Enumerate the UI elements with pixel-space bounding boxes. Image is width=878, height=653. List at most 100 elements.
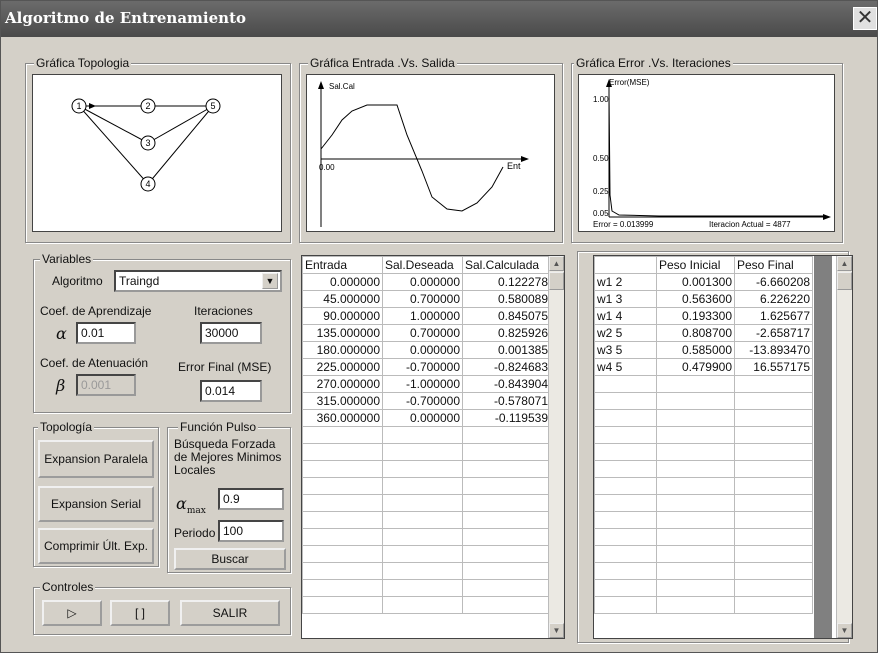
table-row[interactable]: 180.000000 0.000000 0.001385	[302, 341, 551, 359]
table-row[interactable]: 360.000000 0.000000 -0.119539	[302, 409, 551, 427]
expansion-serial-button[interactable]: Expansion Serial	[38, 486, 154, 522]
table-cell[interactable]: 0.001300	[656, 273, 735, 291]
table-cell[interactable]	[594, 579, 657, 597]
table-cell[interactable]: -0.578071	[462, 392, 551, 410]
table-cell[interactable]: 90.000000	[302, 307, 383, 325]
scroll-up-icon[interactable]: ▲	[837, 256, 852, 271]
close-button[interactable]: ✕	[853, 7, 877, 30]
table-row[interactable]	[594, 545, 813, 563]
table-cell[interactable]	[382, 477, 463, 495]
table-cell[interactable]	[382, 562, 463, 580]
table-row[interactable]: 90.000000 1.000000 0.845075	[302, 307, 551, 325]
table-cell[interactable]	[734, 443, 813, 461]
table-row[interactable]	[302, 443, 551, 461]
table-cell[interactable]: w1 4	[594, 307, 657, 325]
table-cell[interactable]	[656, 460, 735, 478]
table-cell[interactable]: w2 5	[594, 324, 657, 342]
table-row[interactable]	[594, 596, 813, 614]
table-cell[interactable]	[302, 511, 383, 529]
table-cell[interactable]: -1.000000	[382, 375, 463, 393]
table-cell[interactable]	[734, 375, 813, 393]
scroll-thumb[interactable]	[549, 272, 564, 290]
table-row[interactable]	[302, 579, 551, 597]
table-cell[interactable]: 0.193300	[656, 307, 735, 325]
table-cell[interactable]	[462, 528, 551, 546]
table-cell[interactable]: -0.824683	[462, 358, 551, 376]
table-cell[interactable]	[656, 562, 735, 580]
table-row[interactable]: w2 5 0.808700 -2.658717	[594, 324, 813, 342]
table-cell[interactable]	[594, 528, 657, 546]
table-row[interactable]	[302, 596, 551, 614]
alpha-input[interactable]: 0.01	[76, 322, 136, 344]
weights-table-scrollbar[interactable]: ▲ ▼	[836, 256, 852, 638]
stop-button[interactable]: [ ]	[110, 600, 170, 626]
table-cell[interactable]: 45.000000	[302, 290, 383, 308]
table-cell[interactable]: 0.563600	[656, 290, 735, 308]
table-cell[interactable]	[462, 460, 551, 478]
table-cell[interactable]	[734, 477, 813, 495]
play-button[interactable]: ▷	[42, 600, 102, 626]
io-table-grid[interactable]: Entrada Sal.Deseada Sal.Calculada 0.0000…	[301, 255, 565, 639]
table-cell[interactable]	[734, 494, 813, 512]
table-cell[interactable]: 180.000000	[302, 341, 383, 359]
table-row[interactable]	[594, 460, 813, 478]
table-row[interactable]: 0.000000 0.000000 0.122278	[302, 273, 551, 291]
table-row[interactable]	[302, 528, 551, 546]
table-cell[interactable]	[656, 392, 735, 410]
table-row[interactable]: 135.000000 0.700000 0.825926	[302, 324, 551, 342]
title-bar[interactable]: Algoritmo de Entrenamiento ✕	[1, 1, 877, 37]
table-cell[interactable]	[734, 511, 813, 529]
beta-input[interactable]: 0.001	[76, 374, 136, 396]
table-cell[interactable]	[382, 443, 463, 461]
comprimir-button[interactable]: Comprimir Últ. Exp.	[38, 528, 154, 564]
table-cell[interactable]: 135.000000	[302, 324, 383, 342]
table-cell[interactable]	[734, 545, 813, 563]
table-row[interactable]: w1 3 0.563600 6.226220	[594, 290, 813, 308]
table-cell[interactable]	[462, 477, 551, 495]
table-cell[interactable]	[302, 528, 383, 546]
table-cell[interactable]: 0.000000	[382, 273, 463, 291]
table-cell[interactable]	[734, 460, 813, 478]
table-row[interactable]	[302, 562, 551, 580]
table-cell[interactable]	[656, 596, 735, 614]
table-row[interactable]	[594, 511, 813, 529]
table-cell[interactable]	[462, 494, 551, 512]
table-cell[interactable]: -2.658717	[734, 324, 813, 342]
table-row[interactable]	[594, 426, 813, 444]
scroll-up-icon[interactable]: ▲	[549, 256, 564, 271]
table-cell[interactable]	[462, 443, 551, 461]
table-row[interactable]	[302, 545, 551, 563]
table-cell[interactable]	[382, 596, 463, 614]
table-row[interactable]	[594, 409, 813, 427]
table-cell[interactable]: 0.808700	[656, 324, 735, 342]
table-cell[interactable]	[302, 562, 383, 580]
table-cell[interactable]	[462, 545, 551, 563]
weights-table-grid[interactable]: Peso Inicial Peso Final w1 2 0.001300 -6.6…	[593, 255, 853, 639]
table-cell[interactable]	[462, 426, 551, 444]
chevron-down-icon[interactable]: ▼	[262, 273, 278, 289]
table-cell[interactable]: -6.660208	[734, 273, 813, 291]
table-cell[interactable]: 0.122278	[462, 273, 551, 291]
table-cell[interactable]: 225.000000	[302, 358, 383, 376]
table-cell[interactable]	[302, 443, 383, 461]
table-cell[interactable]	[594, 443, 657, 461]
table-row[interactable]: w1 2 0.001300 -6.660208	[594, 273, 813, 291]
table-cell[interactable]	[734, 562, 813, 580]
table-cell[interactable]: w1 3	[594, 290, 657, 308]
table-cell[interactable]	[302, 596, 383, 614]
table-cell[interactable]	[734, 392, 813, 410]
table-cell[interactable]: 0.845075	[462, 307, 551, 325]
table-cell[interactable]: -0.700000	[382, 392, 463, 410]
table-cell[interactable]: 315.000000	[302, 392, 383, 410]
table-row[interactable]: 315.000000 -0.700000 -0.578071	[302, 392, 551, 410]
error-final-input[interactable]: 0.014	[200, 380, 262, 402]
table-cell[interactable]: 270.000000	[302, 375, 383, 393]
table-cell[interactable]	[656, 545, 735, 563]
table-cell[interactable]: -0.700000	[382, 358, 463, 376]
table-cell[interactable]	[462, 596, 551, 614]
scroll-thumb[interactable]	[837, 272, 852, 290]
table-row[interactable]	[594, 562, 813, 580]
table-cell[interactable]	[734, 528, 813, 546]
table-cell[interactable]	[462, 511, 551, 529]
table-cell[interactable]	[594, 596, 657, 614]
